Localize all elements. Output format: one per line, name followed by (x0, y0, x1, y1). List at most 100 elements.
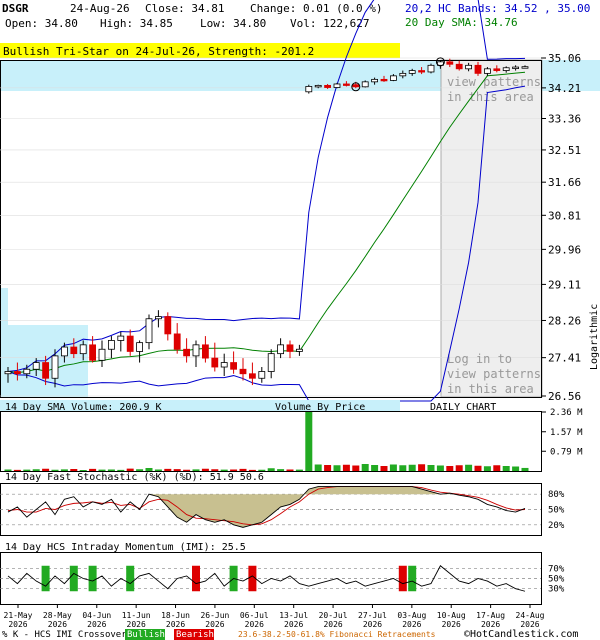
volume-bar (248, 469, 256, 471)
volume-bar (258, 469, 266, 471)
stochastic-label: 14 Day Fast Stochastic (%K) (%D): 51.9 5… (5, 472, 264, 483)
imi-crossover-bar (69, 565, 78, 592)
volume-bar (79, 470, 87, 471)
volume-bar (361, 464, 369, 471)
imi-tick-label: 50% (548, 575, 565, 585)
volume-bar (427, 465, 435, 471)
pattern-banner[interactable]: Bullish Tri-Star on 24-Jul-26, Strength:… (3, 45, 314, 58)
volume-bar (493, 465, 501, 471)
x-tick-label: 03-Aug (397, 611, 426, 620)
candle-body (192, 344, 200, 357)
candle-body (70, 346, 78, 355)
candle-body (427, 64, 435, 73)
volume-bar (220, 469, 228, 471)
volume-bar (277, 469, 285, 471)
crossover-legend: % K - HCS IMI Crossover, (2, 630, 132, 640)
candle-body (98, 348, 106, 361)
volume-ticks: 2.36 M 1.57 M 0.79 M (541, 408, 583, 457)
volume-bar (154, 469, 162, 471)
candle-body (399, 72, 407, 77)
x-tick-label: 17-Aug (476, 611, 505, 620)
volume-bar (380, 466, 388, 471)
x-tick-label: 11-Jun (122, 611, 151, 620)
volume-bar (23, 469, 31, 471)
candle-body (342, 83, 350, 86)
price-tick-label: 32.51 (548, 144, 581, 157)
x-tick-label: 20-Jul (319, 611, 348, 620)
volume-bar (230, 469, 238, 471)
imi-panel: 14 Day HCS Intraday Momentum (IMI): 25.5… (0, 542, 565, 605)
scale-type-label: Logarithmic (589, 304, 600, 370)
volume-bar (13, 469, 21, 471)
candle-body (493, 68, 501, 71)
header: DSGR 24-Aug-26 Close: 34.81 Change: 0.01… (2, 2, 590, 30)
volume-bar (305, 412, 313, 471)
volume-bar (436, 465, 444, 471)
volume-bar (512, 466, 520, 471)
price-panel: 35.06 34.21 33.36 32.51 31.66 30.81 29.96 29.11… (0, 0, 600, 403)
volume-bar (352, 465, 360, 471)
login-notice-top-line1[interactable]: view patterns (447, 75, 541, 89)
candle-body (483, 68, 491, 74)
imi-label: 14 Day HCS Intraday Momentum (IMI): 25.5 (5, 542, 246, 553)
volume-bar (117, 469, 125, 471)
x-tick-year: 2026 (166, 620, 185, 629)
candle-body (248, 373, 256, 379)
pattern-highlight-left-edge (0, 288, 8, 328)
stochastic-tick-label: 50% (548, 506, 565, 516)
volume-bar (295, 469, 303, 471)
x-tick-year: 2026 (127, 620, 146, 629)
close-value: Close: 34.81 (145, 2, 224, 15)
candle-body (13, 371, 21, 375)
price-tick-label: 31.66 (548, 176, 581, 189)
candle-body (108, 340, 115, 350)
stochastic-lines (7, 486, 526, 528)
login-notice-bottom-line1[interactable]: Log in to (447, 352, 512, 366)
candle-body (521, 66, 529, 69)
volume-tick-label: 0.79 M (550, 447, 583, 457)
x-tick-label: 27-Jul (358, 611, 387, 620)
volume-bars (4, 412, 529, 471)
volume-bar (136, 469, 144, 471)
volume-bar (183, 469, 191, 471)
bullish-legend: Bullish (127, 630, 165, 640)
low-value: Low: 34.80 (200, 17, 266, 30)
volume-bar (267, 468, 275, 471)
candle-body (408, 70, 416, 74)
x-tick-label: 24-Aug (516, 611, 545, 620)
volume-bar (408, 464, 416, 471)
candle-body (371, 78, 379, 83)
x-tick-year: 2026 (323, 620, 342, 629)
x-tick-year: 2026 (8, 620, 27, 629)
price-tick-label: 27.41 (548, 352, 581, 365)
overbought-zone (149, 486, 450, 528)
price-tick-label: 30.81 (548, 209, 581, 222)
x-tick-year: 2026 (245, 620, 264, 629)
volume-bar (98, 469, 106, 471)
volume-value: Vol: 122,627 (290, 17, 369, 30)
candle-body (455, 63, 463, 70)
login-notice-bottom-line3[interactable]: in this area (447, 382, 534, 396)
candle-body (258, 371, 266, 379)
x-axis: 21-May202628-May202604-Jun202611-Jun2026… (4, 604, 545, 629)
candle-body (145, 318, 153, 344)
imi-crossover-bar (408, 565, 417, 592)
site-credit[interactable]: ©HotCandlestick.com (464, 629, 578, 640)
volume-bar (446, 466, 454, 471)
volume-bar (201, 468, 209, 471)
candle-body (352, 84, 360, 88)
volume-bar (192, 469, 200, 471)
imi-tick-label: 30% (548, 585, 565, 595)
quote-date: 24-Aug-26 (70, 2, 130, 15)
volume-bar (107, 469, 115, 471)
volume-by-price-label[interactable]: Volume By Price (275, 402, 365, 413)
stochastic-tick-label: 80% (548, 490, 565, 500)
volume-bar (32, 469, 40, 471)
candle-body (136, 342, 144, 352)
login-notice-bottom-line2[interactable]: view patterns (447, 367, 541, 381)
candle-body (126, 335, 134, 352)
x-tick-label: 26-Jun (200, 611, 229, 620)
stochastic-panel: 14 Day Fast Stochastic (%K) (%D): 51.9 5… (0, 472, 565, 536)
candle-body (295, 348, 303, 352)
candle-body (230, 362, 238, 370)
